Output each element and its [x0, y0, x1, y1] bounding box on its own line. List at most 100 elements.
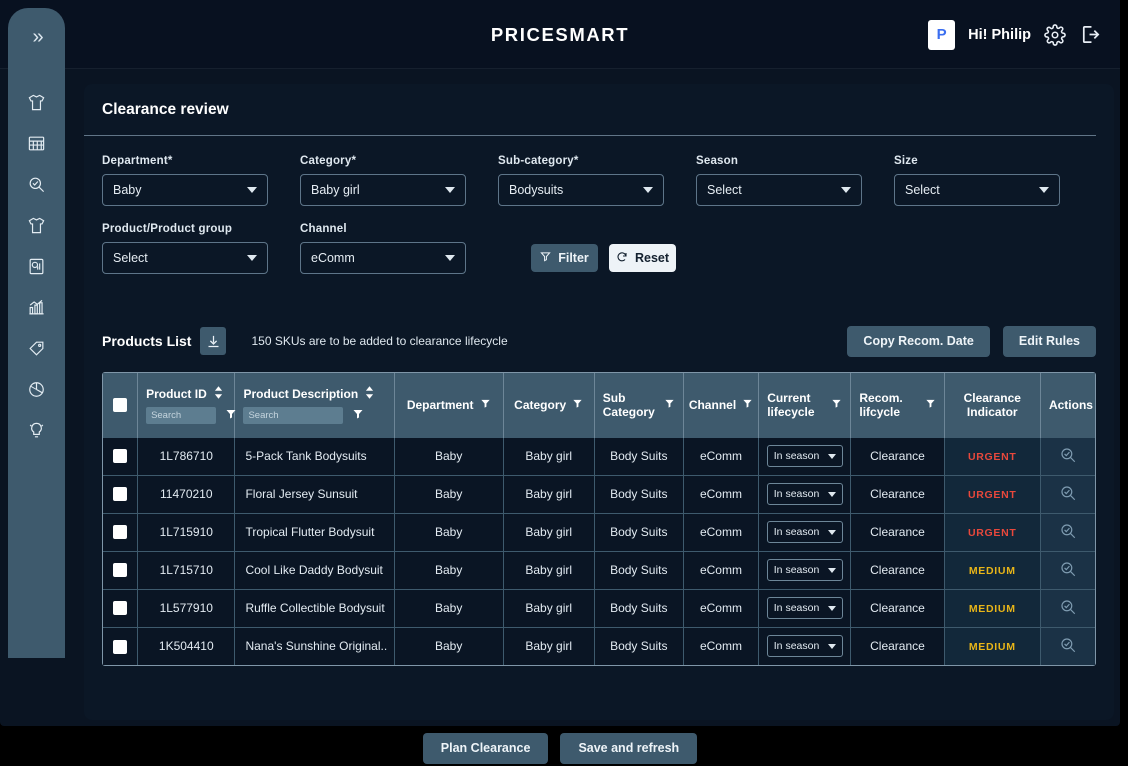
current-lifecycle-select[interactable]: In season: [766, 635, 843, 658]
cell-category: Baby girl: [503, 588, 595, 627]
row-select-cell: [103, 626, 139, 665]
table-header-row: Product ID Search Product Description Se…: [103, 373, 1095, 437]
review-search-check-icon[interactable]: [1059, 561, 1077, 581]
sidebar-item-calendar-grid[interactable]: [20, 131, 54, 155]
cell-channel: eComm: [683, 626, 760, 665]
category-select[interactable]: Baby girl: [300, 174, 466, 206]
current-lifecycle-select[interactable]: In season: [766, 521, 843, 543]
product-group-select[interactable]: Select: [102, 242, 268, 274]
cell-recom-lifecycle: Clearance: [850, 436, 945, 475]
review-search-check-icon[interactable]: [1059, 447, 1077, 467]
chevron-down-icon: [247, 187, 257, 193]
column-label: Sub Category: [602, 390, 655, 419]
sidebar-item-tshirt-outline[interactable]: [20, 213, 54, 237]
chevron-down-icon: [827, 529, 836, 535]
current-lifecycle-select[interactable]: In season: [766, 597, 843, 619]
cell-department: Baby: [394, 474, 504, 513]
size-select[interactable]: Select: [894, 174, 1060, 206]
chevron-down-icon: [445, 187, 455, 193]
sidebar-item-pie-chart[interactable]: [20, 377, 54, 401]
column-product-description: Product Description: [234, 373, 395, 437]
chevron-down-icon: [445, 255, 455, 261]
column-label: Category: [514, 397, 567, 412]
funnel-icon[interactable]: [742, 398, 753, 412]
column-label: Actions: [1048, 397, 1093, 412]
channel-select[interactable]: eComm: [300, 242, 466, 274]
cell-category: Baby girl: [503, 436, 595, 475]
cell-clearance-indicator: MEDIUM: [944, 626, 1041, 665]
review-search-check-icon[interactable]: [1059, 523, 1077, 543]
sort-icon[interactable]: [365, 385, 374, 402]
current-lifecycle-select[interactable]: In season: [766, 483, 843, 505]
app-root: PRICESMART P Hi! Philip Clearance review…: [0, 0, 1128, 766]
current-lifecycle-select[interactable]: In season: [766, 559, 843, 581]
select-all-checkbox[interactable]: [113, 398, 128, 413]
plan-clearance-button[interactable]: Plan Clearance: [422, 732, 549, 764]
row-checkbox[interactable]: [113, 525, 128, 540]
filter-button[interactable]: Filter: [531, 244, 598, 272]
review-search-check-icon[interactable]: [1059, 638, 1077, 657]
funnel-icon[interactable]: [225, 408, 237, 423]
row-checkbox[interactable]: [113, 639, 128, 654]
copy-recom-date-button[interactable]: Copy Recom. Date: [847, 325, 990, 357]
cell-product-id: 11470210: [137, 474, 236, 513]
cell-channel: eComm: [683, 550, 760, 589]
cell-category: Baby girl: [503, 474, 595, 513]
product-description-search-input[interactable]: [243, 406, 344, 424]
sidebar-expand-toggle[interactable]: »: [19, 22, 55, 52]
products-table-wrapper: Product ID Search Product Description Se…: [102, 372, 1096, 666]
sidebar-item-tshirt[interactable]: [20, 90, 54, 114]
sidebar-item-price-tag[interactable]: [20, 336, 54, 360]
funnel-icon[interactable]: [480, 398, 491, 412]
field-label: Category*: [300, 155, 357, 167]
season-select[interactable]: Select: [696, 174, 862, 206]
column-product-id: Product ID: [137, 373, 237, 437]
products-list-title: Products List: [102, 333, 192, 349]
row-checkbox[interactable]: [113, 601, 128, 616]
table-row: 1L715910 Tropical Flutter Bodysuit Baby Bab…: [103, 512, 1095, 551]
column-actions: Actions: [1040, 373, 1095, 437]
cell-product-id: 1K504410: [137, 626, 236, 665]
current-lifecycle-select[interactable]: In season: [766, 445, 843, 467]
sidebar-item-analytics[interactable]: [20, 295, 54, 319]
current-lifecycle-value: In season: [773, 640, 820, 653]
current-lifecycle-value: In season: [773, 602, 820, 614]
chevron-down-icon: [827, 643, 836, 649]
save-and-refresh-button[interactable]: Save and refresh: [560, 732, 698, 764]
funnel-icon[interactable]: [664, 398, 675, 412]
cell-clearance-indicator: URGENT: [944, 474, 1041, 513]
filter-button-label: Filter: [558, 251, 589, 265]
gear-icon[interactable]: [1044, 23, 1066, 46]
filters-panel: Department* Baby Category* Baby girl Sub…: [84, 136, 1114, 274]
download-icon[interactable]: [200, 327, 227, 355]
sidebar-item-insights[interactable]: [20, 418, 54, 442]
cell-department: Baby: [394, 436, 504, 475]
reset-button[interactable]: Reset: [609, 244, 676, 272]
funnel-icon[interactable]: [925, 398, 936, 412]
sidebar-item-search-check[interactable]: [20, 172, 54, 196]
cell-current-lifecycle: In season: [758, 512, 852, 551]
review-search-check-icon[interactable]: [1059, 485, 1077, 505]
avatar[interactable]: P: [928, 19, 956, 50]
funnel-icon[interactable]: [831, 398, 842, 412]
status-badge: URGENT: [967, 451, 1017, 463]
funnel-icon[interactable]: [572, 398, 583, 412]
sidebar-item-report[interactable]: [20, 254, 54, 278]
product-id-search-input[interactable]: [146, 406, 217, 424]
review-search-check-icon[interactable]: [1059, 599, 1077, 619]
edit-rules-button[interactable]: Edit Rules: [1002, 325, 1096, 357]
top-bar-right-group: P Hi! Philip: [928, 0, 1102, 69]
chevron-down-icon: [827, 605, 836, 611]
department-select[interactable]: Baby: [102, 174, 268, 206]
sort-icon[interactable]: [214, 385, 223, 402]
funnel-icon[interactable]: [352, 408, 364, 423]
row-checkbox[interactable]: [113, 563, 128, 578]
cell-category: Baby girl: [503, 512, 595, 551]
cell-actions: [1040, 588, 1095, 627]
row-checkbox[interactable]: [113, 449, 128, 464]
chevron-down-icon: [247, 255, 257, 261]
select-value: Bodysuits: [509, 183, 564, 197]
sub-category-select[interactable]: Bodysuits: [498, 174, 664, 206]
logout-icon[interactable]: [1079, 23, 1102, 46]
row-checkbox[interactable]: [113, 487, 128, 502]
